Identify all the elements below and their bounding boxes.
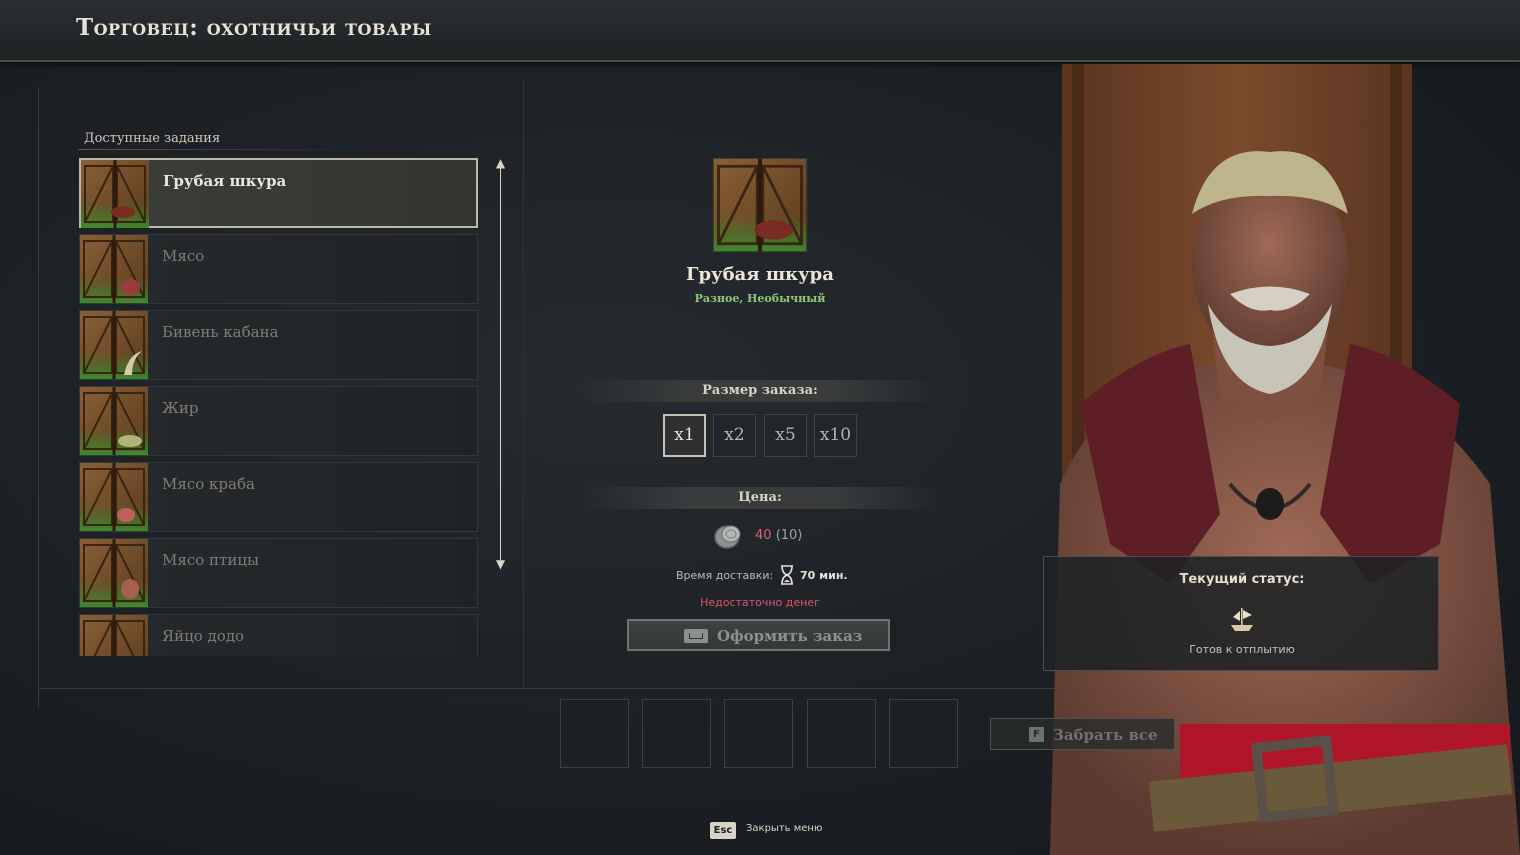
place-order-label: Оформить заказ <box>717 627 863 645</box>
quantity-x2-button[interactable]: x2 <box>713 414 756 457</box>
scrollbar[interactable] <box>500 162 501 566</box>
task-item-boar-tusk[interactable]: Бивень кабана <box>79 310 478 380</box>
selected-item-name: Грубая шкура <box>686 264 834 285</box>
take-all-button[interactable]: F Забрать все <box>990 718 1175 750</box>
task-list[interactable]: Грубая шкура Мясо Бивень кабана Жир Мясо… <box>79 158 478 656</box>
current-status-panel: Текущий статус: Готов к отплытию <box>1043 556 1439 671</box>
task-item-label: Мясо <box>162 247 205 265</box>
delivery-slot[interactable] <box>642 699 711 768</box>
section-underline <box>78 149 358 150</box>
task-item-label: Жир <box>162 399 199 417</box>
hide-icon <box>81 160 149 228</box>
task-item-label: Бивень кабана <box>162 323 279 341</box>
task-item-label: Мясо птицы <box>162 551 259 569</box>
crab-meat-icon <box>80 463 148 531</box>
delivery-time-label: Время доставки: <box>676 569 774 582</box>
page-title: Торговец: охотничьи товары <box>76 14 432 41</box>
egg-icon <box>80 615 148 656</box>
status-title: Текущий статус: <box>1179 572 1305 587</box>
delivery-slot[interactable] <box>560 699 629 768</box>
esc-key-icon[interactable]: Esc <box>710 822 736 839</box>
tusk-icon <box>80 311 148 379</box>
quantity-x1-button[interactable]: x1 <box>663 414 706 457</box>
frame-line <box>38 688 1078 689</box>
f-key-icon: F <box>1029 727 1044 742</box>
delivery-time-value: 70 мин. <box>800 569 848 582</box>
take-all-label: Забрать все <box>1053 726 1158 744</box>
spacebar-key-icon <box>684 629 708 643</box>
divider <box>523 80 524 688</box>
close-menu-label[interactable]: Закрыть меню <box>746 823 822 834</box>
hourglass-icon <box>781 565 793 585</box>
selected-item-crate-icon <box>712 158 808 252</box>
quantity-x5-button[interactable]: x5 <box>764 414 807 457</box>
task-item-dodo-egg[interactable]: Яйцо додо <box>79 614 478 656</box>
coin-icon <box>714 525 741 549</box>
task-item-label: Грубая шкура <box>163 172 287 190</box>
price-available: (10) <box>775 528 803 543</box>
delivery-slot[interactable] <box>807 699 876 768</box>
frame-line <box>38 88 39 708</box>
selected-item-tags: Разное, Необычный <box>694 292 826 305</box>
task-item-poultry[interactable]: Мясо птицы <box>79 538 478 608</box>
fat-icon <box>80 387 148 455</box>
task-item-crab-meat[interactable]: Мясо краба <box>79 462 478 532</box>
task-item-fat[interactable]: Жир <box>79 386 478 456</box>
order-size-label: Размер заказа: <box>702 383 818 398</box>
order-size-header: Размер заказа: <box>580 380 940 402</box>
place-order-button[interactable]: Оформить заказ <box>627 619 890 651</box>
task-item-label: Яйцо додо <box>162 627 245 645</box>
not-enough-money-warning: Недостаточно денег <box>700 596 820 609</box>
poultry-icon <box>80 539 148 607</box>
meat-icon <box>80 235 148 303</box>
task-item-meat[interactable]: Мясо <box>79 234 478 304</box>
task-item-label: Мясо краба <box>162 475 255 493</box>
ship-icon <box>1231 608 1253 631</box>
scroll-down-arrow-icon[interactable]: ▼ <box>494 558 507 570</box>
available-tasks-label: Доступные задания <box>84 131 221 146</box>
task-item-rough-hide[interactable]: Грубая шкура <box>79 158 478 228</box>
price-current: 40 <box>755 528 772 543</box>
status-value: Готов к отплытию <box>1189 643 1295 656</box>
quantity-x10-button[interactable]: x10 <box>814 414 857 457</box>
delivery-slot[interactable] <box>889 699 958 768</box>
title-bar: Торговец: охотничьи товары <box>0 0 1520 62</box>
scroll-up-arrow-icon[interactable]: ▲ <box>494 157 507 169</box>
price-label: Цена: <box>738 490 782 505</box>
price-header: Цена: <box>580 487 940 509</box>
price-value: 40 (10) <box>755 528 802 543</box>
delivery-slot[interactable] <box>724 699 793 768</box>
